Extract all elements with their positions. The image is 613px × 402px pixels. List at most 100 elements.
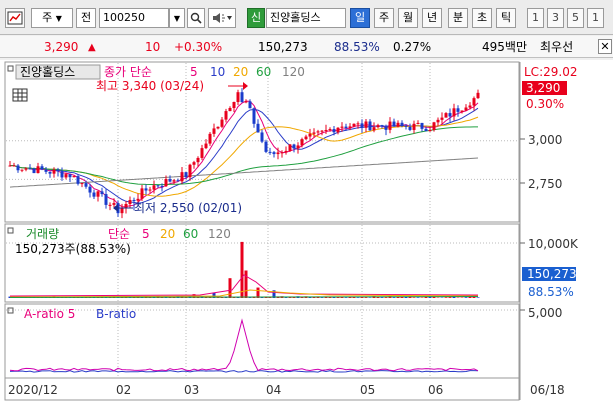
low-price-label: 최저 2,550 (02/01) [134, 201, 242, 215]
candle-body [40, 166, 44, 170]
stock-code-input[interactable]: 100250 [99, 8, 169, 28]
candle-body [248, 101, 252, 109]
candle-body [100, 191, 104, 195]
candle-body [220, 119, 224, 127]
trade-amount: 495백만 [482, 40, 527, 54]
candle-body [260, 132, 264, 142]
candle-body [344, 126, 348, 129]
volume-bar [380, 297, 384, 298]
stock-name-field[interactable]: 진양홀딩스 [266, 8, 346, 28]
candle-body [332, 129, 336, 133]
search-icon[interactable] [187, 8, 205, 28]
candle-body [468, 105, 472, 108]
chart-area[interactable]: 진양홀딩스 종가 단순 5 10 20 60 120 최고 3,340 (03/… [0, 60, 613, 402]
period-tab-week[interactable]: 주 [374, 8, 394, 28]
period-tab-minute[interactable]: 분 [448, 8, 468, 28]
candle-body [244, 101, 248, 103]
candle-body [272, 152, 276, 155]
candle-body [120, 208, 124, 214]
candle-body [32, 168, 36, 174]
candle-body [64, 174, 68, 178]
volume-bar [344, 297, 348, 298]
chart-window-icon[interactable] [5, 8, 25, 28]
volume-ma-20: 20 [160, 227, 175, 241]
x-end-date: 06/18 [530, 383, 565, 397]
candle-body [364, 121, 368, 128]
candle-body [336, 127, 340, 133]
turnover-rate: 0.27% [393, 40, 432, 54]
candle-body [424, 128, 428, 132]
candle-body [80, 183, 84, 185]
candle-body [240, 92, 244, 103]
close-icon[interactable]: ✕ [598, 39, 612, 54]
candle-body [476, 92, 480, 99]
interval-button-3[interactable]: 3 [547, 8, 564, 28]
candle-body [24, 168, 28, 170]
candle-body [276, 152, 280, 155]
ratio-panel-frame [4, 303, 520, 379]
candle-body [328, 129, 332, 131]
candle-body [372, 127, 376, 131]
candle-body [52, 169, 56, 174]
interval-button-10[interactable]: 1 [587, 8, 604, 28]
candle-body [196, 157, 200, 163]
candle-body [452, 108, 456, 117]
grid-table-icon[interactable] [12, 88, 28, 102]
candle-body [148, 189, 152, 191]
ma-period-60: 60 [256, 65, 271, 79]
candle-body [348, 126, 352, 129]
price-change-percent: +0.30% [174, 40, 223, 54]
period-tab-tick[interactable]: 틱 [496, 8, 516, 28]
candle-body [68, 174, 72, 178]
code-dropdown[interactable]: ▼ [169, 8, 185, 28]
candle-body [340, 126, 344, 128]
credit-badge[interactable]: 신 [247, 8, 265, 28]
candle-body [104, 194, 108, 205]
period-tab-day[interactable]: 일 [350, 8, 370, 28]
candle-body [88, 186, 92, 193]
current-price: 3,290 [44, 40, 79, 54]
volume-ratio: 88.53% [334, 40, 380, 54]
volume-bar [364, 297, 368, 298]
candle-body [280, 152, 284, 154]
volume-bar [356, 297, 360, 298]
volume-panel-frame [4, 223, 520, 303]
type-select[interactable]: 주 ▼ [31, 8, 73, 28]
candle-body [236, 92, 240, 102]
candle-body [392, 121, 396, 127]
candle-body [304, 136, 308, 140]
sound-icon[interactable] [208, 8, 236, 28]
candle-body [472, 98, 476, 106]
candle-body [156, 185, 160, 187]
candle-body [380, 125, 384, 127]
volume-ma-120: 120 [208, 227, 231, 241]
x-label-04: 04 [266, 383, 281, 397]
candle-body [352, 123, 356, 127]
candle-body [444, 113, 448, 118]
candle-body [456, 108, 460, 112]
period-tab-second[interactable]: 초 [472, 8, 492, 28]
candle-body [56, 169, 60, 172]
x-label-05: 05 [360, 383, 375, 397]
mode-button[interactable]: 전 [76, 8, 96, 28]
candle-body [440, 117, 444, 120]
trade-volume: 150,273 [258, 40, 308, 54]
candle-body [228, 108, 232, 112]
up-triangle-icon: ▲ [88, 42, 96, 53]
candle-body [8, 165, 12, 167]
price-tick-2750: 2,750 [528, 177, 562, 191]
interval-button-1[interactable]: 1 [527, 8, 544, 28]
best-quote-label: 최우선 [540, 40, 574, 54]
period-tab-year[interactable]: 년 [422, 8, 442, 28]
candle-body [140, 188, 144, 199]
period-tab-month[interactable]: 월 [398, 8, 418, 28]
candle-body [300, 139, 304, 146]
volume-tick-10000k: 10,000K [528, 237, 579, 251]
candle-body [212, 128, 216, 134]
candle-body [164, 179, 168, 187]
interval-button-5[interactable]: 5 [567, 8, 584, 28]
candle-body [200, 148, 204, 158]
volume-bar [256, 287, 260, 298]
candle-body [292, 144, 296, 149]
x-label-06: 06 [428, 383, 443, 397]
